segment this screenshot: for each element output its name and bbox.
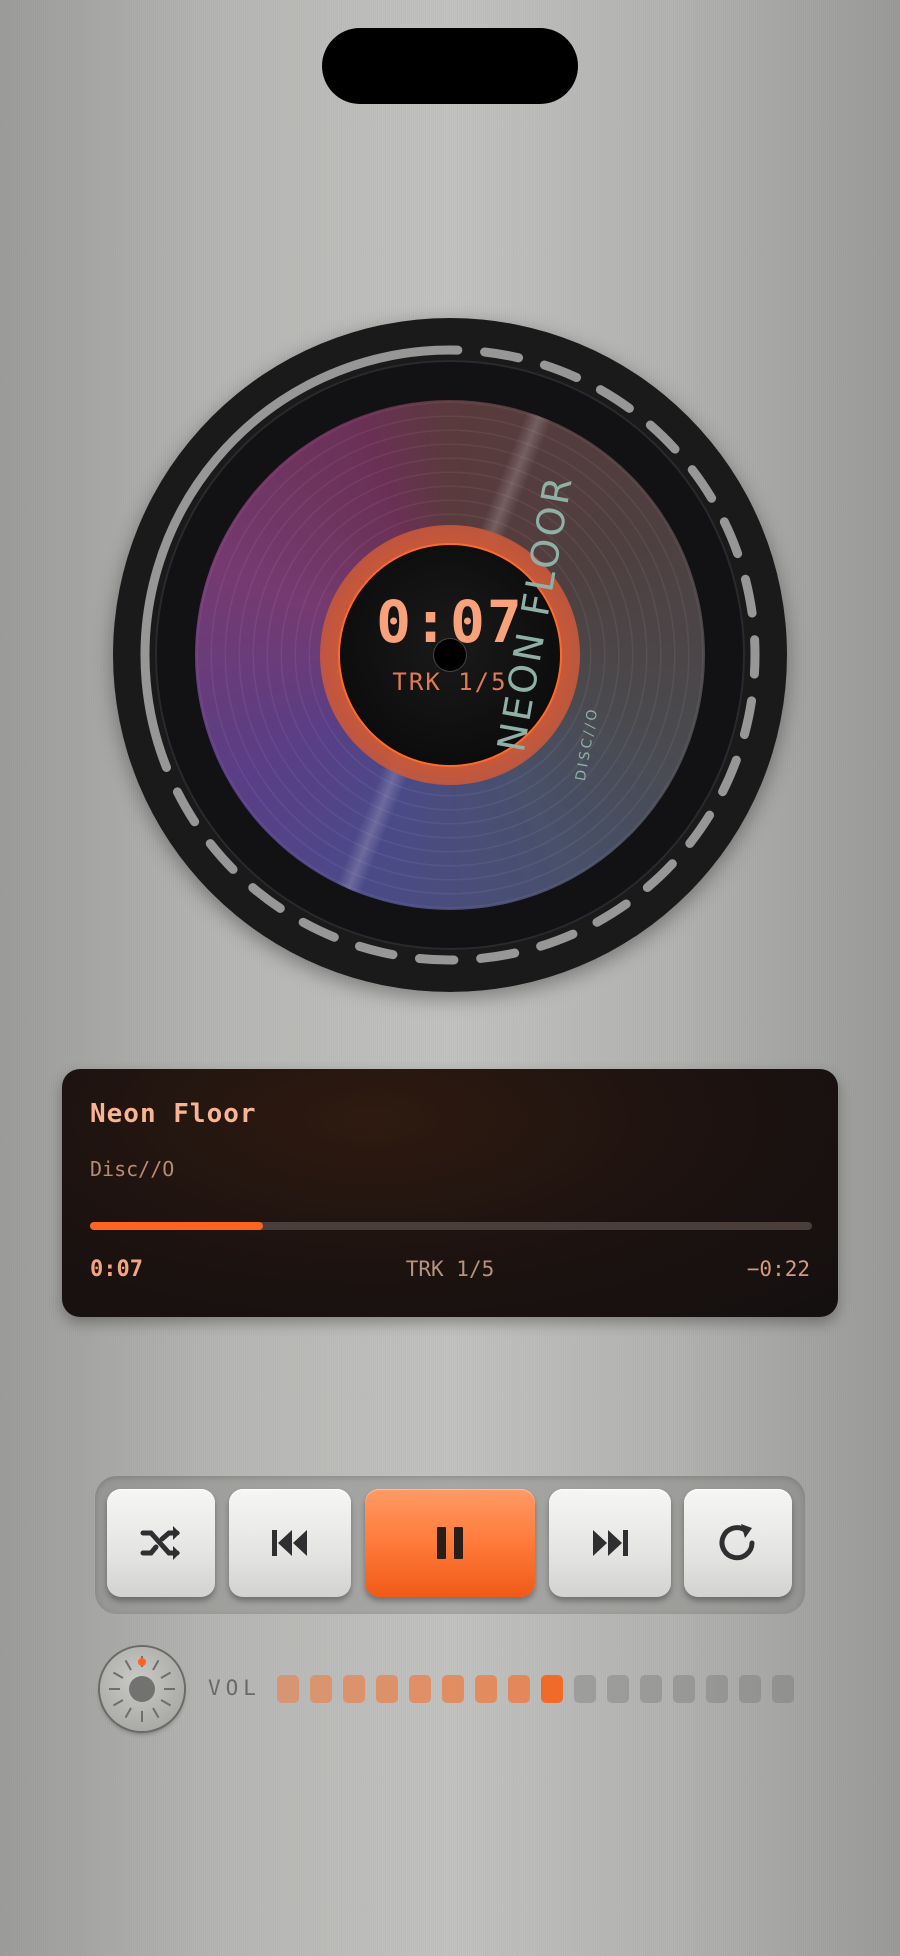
progress-bar[interactable] — [90, 1222, 812, 1230]
volume-segment[interactable] — [541, 1675, 563, 1703]
volume-segment[interactable] — [376, 1675, 398, 1703]
volume-segment[interactable] — [409, 1675, 431, 1703]
volume-segment[interactable] — [442, 1675, 464, 1703]
volume-label: VOL — [208, 1676, 261, 1700]
volume-segment[interactable] — [508, 1675, 530, 1703]
track-title: Neon Floor — [90, 1099, 257, 1129]
shuffle-icon — [140, 1526, 180, 1560]
volume-segment[interactable] — [475, 1675, 497, 1703]
dynamic-island — [322, 28, 578, 104]
progress-fill — [90, 1222, 264, 1230]
remaining-time: −0:22 — [746, 1257, 810, 1281]
volume-segment[interactable] — [673, 1675, 695, 1703]
volume-segment[interactable] — [343, 1675, 365, 1703]
pause-button[interactable] — [365, 1489, 535, 1597]
spindle — [434, 639, 466, 671]
skip-forward-icon — [593, 1530, 628, 1556]
now-playing-panel: Neon Floor Disc//O 0:07 TRK 1/5 −0:22 — [62, 1069, 838, 1317]
turntable[interactable]: 0:07 TRK 1/5 NEON FLOOR DISC//O — [113, 318, 787, 992]
vinyl-record[interactable]: 0:07 TRK 1/5 NEON FLOOR DISC//O — [195, 400, 705, 910]
shuffle-button[interactable] — [107, 1489, 215, 1597]
previous-button[interactable] — [229, 1489, 351, 1597]
volume-segment[interactable] — [277, 1675, 299, 1703]
volume-knob[interactable] — [100, 1647, 184, 1731]
volume-segment[interactable] — [574, 1675, 596, 1703]
volume-segment[interactable] — [640, 1675, 662, 1703]
track-counter: TRK 1/5 — [405, 1257, 495, 1281]
next-button[interactable] — [549, 1489, 671, 1597]
volume-segment[interactable] — [706, 1675, 728, 1703]
pause-icon — [437, 1527, 463, 1559]
volume-segment[interactable] — [739, 1675, 761, 1703]
repeat-button[interactable] — [684, 1489, 792, 1597]
repeat-icon — [719, 1524, 755, 1561]
disc-platter: 0:07 TRK 1/5 NEON FLOOR DISC//O — [155, 360, 745, 950]
volume-segment[interactable] — [310, 1675, 332, 1703]
knob-dial-icon — [109, 1656, 175, 1722]
skip-back-icon — [272, 1530, 307, 1556]
artist-name: Disc//O — [90, 1157, 175, 1181]
volume-segment[interactable] — [607, 1675, 629, 1703]
volume-segment[interactable] — [772, 1675, 794, 1703]
disc-track-readout: TRK 1/5 — [392, 668, 508, 696]
